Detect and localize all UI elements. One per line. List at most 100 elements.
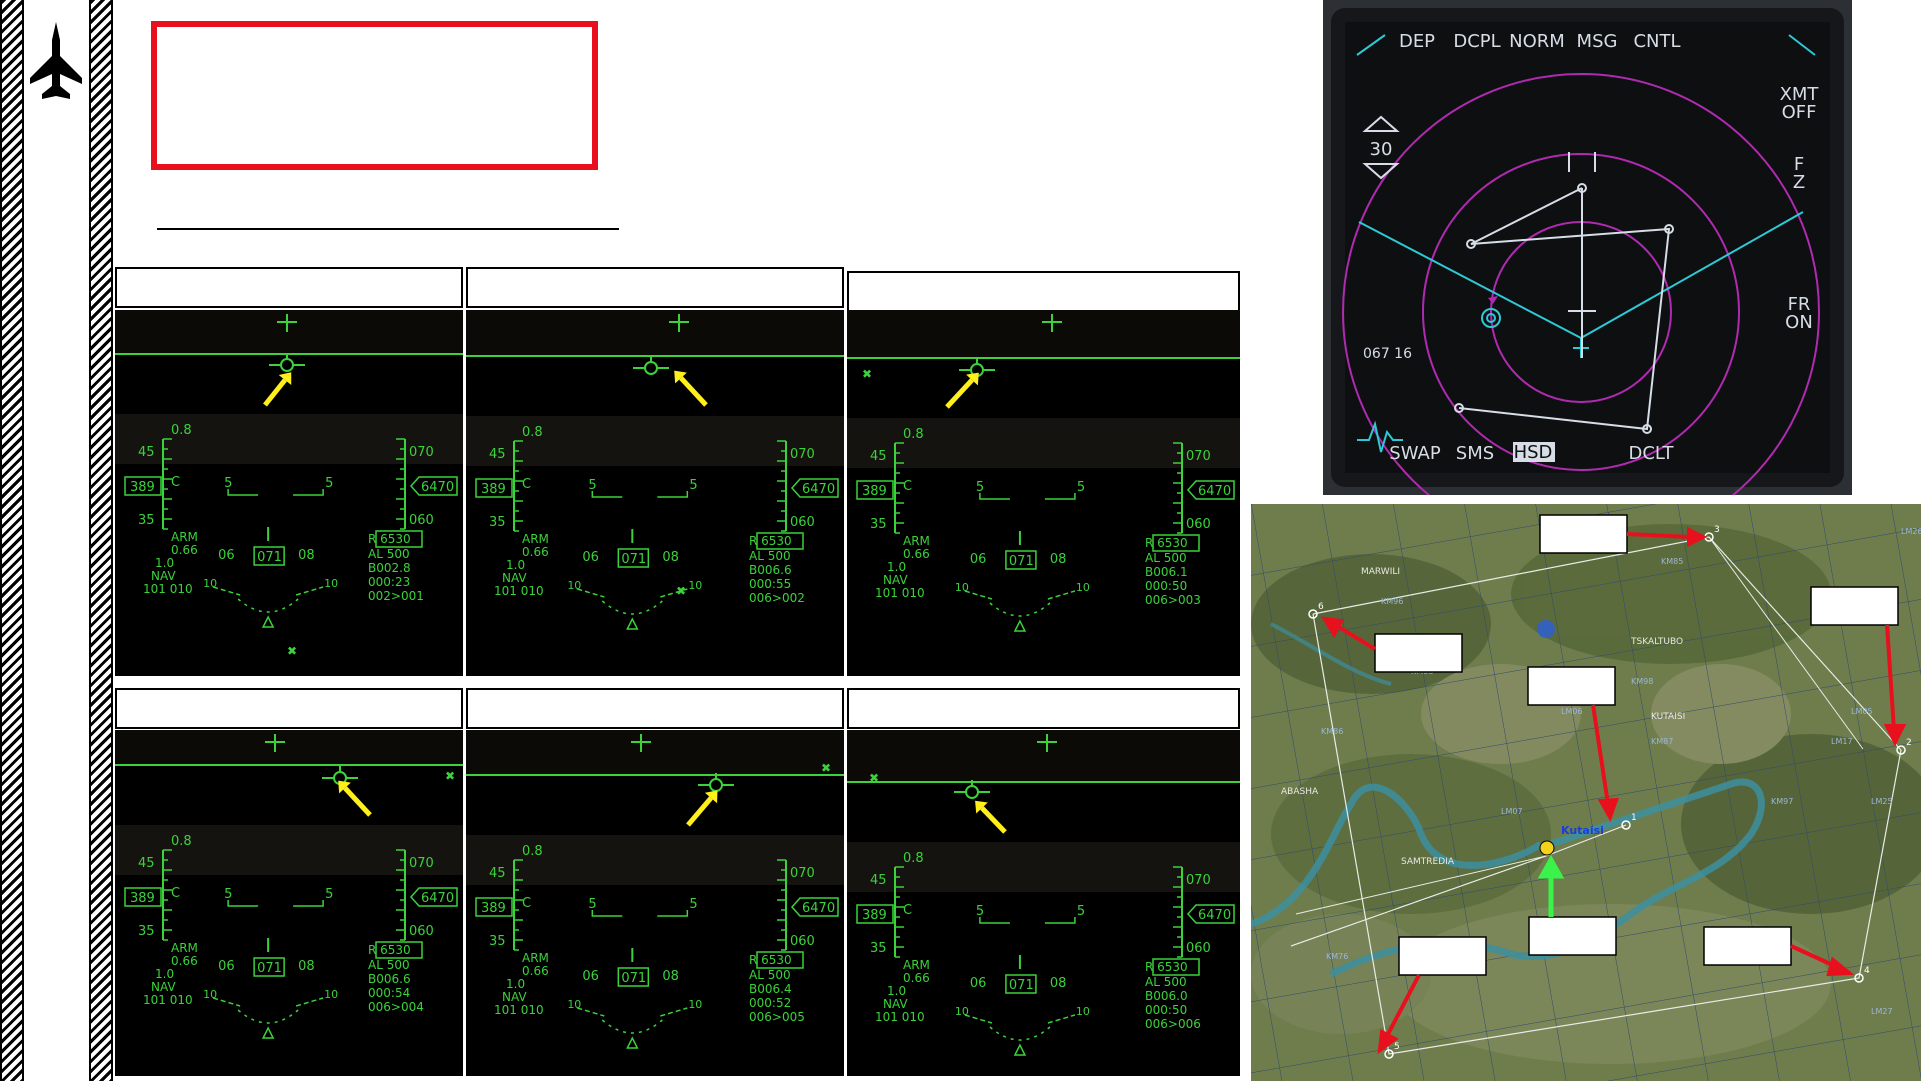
hud-status-line: ARM xyxy=(522,951,549,965)
panel-header-6 xyxy=(847,688,1240,729)
speed-c: C xyxy=(903,903,912,918)
pitch-5-left: 5 xyxy=(976,904,984,919)
hud-status-line: NAV xyxy=(151,569,176,583)
hdg-left: 06 xyxy=(218,548,235,563)
hud-marker: ✖ xyxy=(869,771,879,785)
hud-status-line: 101 010 xyxy=(143,582,193,596)
speed-c: C xyxy=(171,475,180,490)
hud-bearing: B006.1 xyxy=(1145,565,1188,579)
hud-status-line: 0.66 xyxy=(522,545,549,559)
hud-status-line: 0.66 xyxy=(171,954,198,968)
mfd-osb-right[interactable]: ON xyxy=(1785,312,1813,333)
alt-top: 070 xyxy=(1186,873,1211,888)
hud-alt-low: AL 500 xyxy=(368,547,410,561)
hud-status-line: 101 010 xyxy=(875,1010,925,1024)
hud-status-line: 1.0 xyxy=(887,984,906,998)
hud-time: 000:50 xyxy=(1145,579,1187,593)
hud-status-line: 0.66 xyxy=(522,964,549,978)
hud-status-line: 1.0 xyxy=(155,967,174,981)
hud-waypoint: 006>002 xyxy=(749,591,805,605)
heading: 071 xyxy=(621,552,646,567)
airspeed: 389 xyxy=(481,901,506,916)
hud-waypoint: 006>005 xyxy=(749,1010,805,1024)
hud-status-line: 101 010 xyxy=(875,586,925,600)
hdg-right: 08 xyxy=(298,548,315,563)
pitch-5-right: 5 xyxy=(325,887,333,902)
mfd-osb-top[interactable]: CNTL xyxy=(1633,31,1680,52)
hdg-right: 08 xyxy=(298,959,315,974)
pitch-5-right: 5 xyxy=(689,897,697,912)
hud-status-line: 101 010 xyxy=(143,993,193,1007)
map-waypoint-number: 2 xyxy=(1906,738,1912,748)
mach-label: 0.8 xyxy=(171,834,192,849)
hud-status-line: 0.66 xyxy=(171,543,198,557)
mfd-osb-top[interactable]: DEP xyxy=(1399,31,1435,52)
altitude: 6470 xyxy=(1198,908,1231,923)
mach-label: 0.8 xyxy=(171,423,192,438)
panel-header-3 xyxy=(847,271,1240,312)
hud-status-line: ARM xyxy=(171,941,198,955)
heading: 071 xyxy=(1009,978,1034,993)
map-grid-label: LM07 xyxy=(1501,807,1523,816)
speed-c: C xyxy=(522,896,531,911)
alt-bot: 060 xyxy=(1186,941,1211,956)
altitude: 6470 xyxy=(802,482,835,497)
hdg-right: 08 xyxy=(662,550,679,565)
heading: 071 xyxy=(1009,554,1034,569)
mach-label: 0.8 xyxy=(522,425,543,440)
alt-bot: 060 xyxy=(790,934,815,949)
hud-status-line: 1.0 xyxy=(506,977,525,991)
mfd-osb-hsd[interactable]: HSD xyxy=(1514,442,1553,463)
mfd-osb-top[interactable]: MSG xyxy=(1577,31,1618,52)
hud-status-line: NAV xyxy=(502,571,527,585)
hud-alt-low: AL 500 xyxy=(1145,551,1187,565)
hud-marker: ✖ xyxy=(287,644,297,658)
hud-waypoint: 006>003 xyxy=(1145,593,1201,607)
airspeed: 389 xyxy=(862,908,887,923)
mfd-osb-top[interactable]: NORM xyxy=(1509,31,1565,52)
map-callout-5 xyxy=(1398,936,1487,976)
map-place-label: MARWILI xyxy=(1361,567,1400,577)
hud-time: 000:52 xyxy=(749,996,791,1010)
mfd-osb-bottom[interactable]: SWAP xyxy=(1389,443,1441,464)
mfd-osb-bottom[interactable]: DCLT xyxy=(1629,443,1675,464)
alt-bot: 060 xyxy=(790,515,815,530)
hud-panel-3: 0.8 45 35 389 C 070 060 6470 5 5 06 071 08 10 10 ARM 0.6… xyxy=(847,310,1240,676)
hud-status-line: 0.66 xyxy=(903,547,930,561)
map-grid-label: KM97 xyxy=(1771,797,1793,806)
left-stripe-outer xyxy=(0,0,24,1081)
aoa-top: 45 xyxy=(870,449,887,464)
hud-range: R 6530 xyxy=(368,532,411,546)
mfd-osb-bottom[interactable]: SMS xyxy=(1456,443,1494,464)
hud-status-line: NAV xyxy=(151,980,176,994)
hud-status-line: ARM xyxy=(903,534,930,548)
hud-marker: ✖ xyxy=(821,761,831,775)
mach-label: 0.8 xyxy=(903,851,924,866)
hdg-left: 06 xyxy=(218,959,235,974)
aoa-top: 45 xyxy=(870,873,887,888)
aoa-top: 45 xyxy=(138,856,155,871)
mfd-osb-top[interactable]: DCPL xyxy=(1453,31,1500,52)
panel-header-4 xyxy=(115,688,463,729)
altitude: 6470 xyxy=(1198,484,1231,499)
hud-status-line: NAV xyxy=(502,990,527,1004)
hud-panel-4: 0.8 45 35 389 C 070 060 6470 5 5 06 071 08 10 10 ARM 0.6… xyxy=(115,730,463,1076)
mfd-osb-right[interactable]: OFF xyxy=(1782,102,1817,123)
map-waypoint-number: 1 xyxy=(1631,813,1637,823)
hud-waypoint: 006>006 xyxy=(1145,1017,1201,1031)
aoa-bot: 35 xyxy=(870,517,887,532)
airspeed: 389 xyxy=(130,891,155,906)
mfd-osb-right[interactable]: Z xyxy=(1793,172,1805,193)
map-grid-label: LM26 xyxy=(1901,527,1921,536)
mission-map: 1 2 3 4 5 6 MARWILI TSKALTUBO SAMTREDIA ABASHA KU… xyxy=(1251,504,1921,1081)
hud-status-line: 101 010 xyxy=(494,1003,544,1017)
map-callout-home xyxy=(1528,916,1617,956)
aoa-bot: 35 xyxy=(489,934,506,949)
hud-panel-1: 0.8 45 35 389 C 070 060 6470 5 5 06 071 08 10 10 ARM 0.6… xyxy=(115,310,463,676)
map-waypoint-number: 5 xyxy=(1394,1042,1400,1052)
pitch-5-left: 5 xyxy=(224,476,232,491)
map-grid-label: LM17 xyxy=(1831,737,1853,746)
map-waypoint-number: 6 xyxy=(1318,602,1324,612)
hud-range: R 6530 xyxy=(749,953,792,967)
airbase-label: Kutaisi xyxy=(1561,824,1604,837)
